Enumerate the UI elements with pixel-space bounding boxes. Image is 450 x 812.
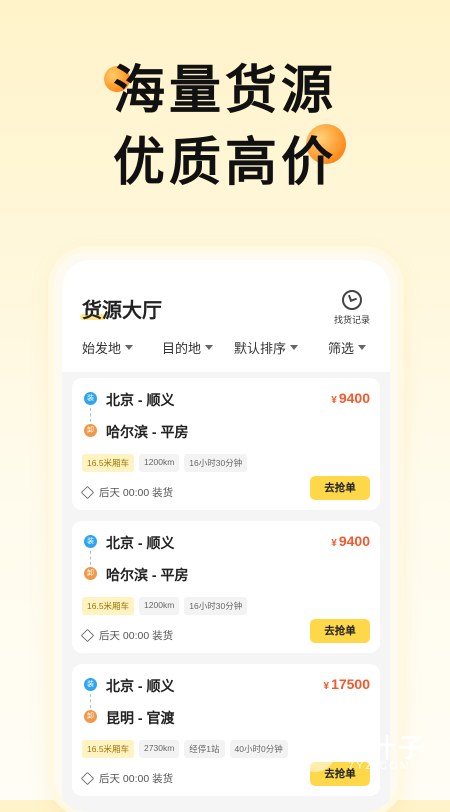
tag-vehicle: 16.5米厢车 <box>82 454 135 472</box>
tag-distance: 1200km <box>139 597 180 615</box>
origin-city: 北京 - 顺义 <box>106 678 175 694</box>
find-record-label: 找货记录 <box>333 315 370 325</box>
load-time: 后天 00:00 装货 <box>80 628 174 643</box>
price: ¥17500 <box>324 676 371 692</box>
package-icon <box>80 771 95 786</box>
filter-screen[interactable]: 筛选 <box>328 338 367 357</box>
tag-list: 16.5米厢车 2730km 经停1站 40小时0分钟 <box>82 740 288 758</box>
filter-sort-label: 默认排序 <box>234 341 287 356</box>
tag-vehicle: 16.5米厢车 <box>82 740 135 758</box>
watermark-url: 7YZ.COM <box>348 760 411 772</box>
route-connector <box>90 408 92 422</box>
filter-screen-label: 筛选 <box>328 341 355 356</box>
unload-badge: 卸 <box>84 424 97 437</box>
route-connector <box>90 551 92 565</box>
tag-distance: 1200km <box>139 454 180 472</box>
price-value: 9400 <box>338 533 370 549</box>
tag-list: 16.5米厢车 1200km 16小时30分钟 <box>82 597 248 615</box>
tag-vehicle: 16.5米厢车 <box>82 597 135 615</box>
load-badge: 装 <box>84 392 97 405</box>
load-time-text: 后天 00:00 装货 <box>99 773 174 785</box>
tag-stops: 经停1站 <box>184 740 225 758</box>
tag-duration: 16小时30分钟 <box>184 597 248 615</box>
filter-origin[interactable]: 始发地 <box>82 338 134 357</box>
unload-badge: 卸 <box>84 567 97 580</box>
caret-down-icon <box>290 345 299 350</box>
hero-banner: 海量货源 优质高价 <box>0 55 450 199</box>
cargo-card[interactable]: 装 卸 北京 - 顺义 哈尔滨 - 平房 ¥9400 16.5米厢车 1200k… <box>72 521 380 653</box>
filter-origin-label: 始发地 <box>82 341 122 356</box>
filter-sort[interactable]: 默认排序 <box>234 338 299 357</box>
load-time: 后天 00:00 装货 <box>80 771 174 786</box>
filter-destination-label: 目的地 <box>162 341 202 356</box>
caret-down-icon <box>125 345 134 350</box>
package-icon <box>80 628 95 643</box>
tag-duration: 40小时0分钟 <box>229 740 288 758</box>
tag-distance: 2730km <box>139 740 180 758</box>
app-header: 货源大厅 找货记录 始发地 目的地 默认排序 筛选 <box>62 260 390 372</box>
tag-duration: 16小时30分钟 <box>184 454 248 472</box>
origin-city: 北京 - 顺义 <box>106 392 175 408</box>
find-record-button[interactable]: 找货记录 <box>332 290 372 326</box>
hero-line-2: 优质高价 <box>112 133 337 193</box>
caret-down-icon <box>358 345 367 350</box>
filter-destination[interactable]: 目的地 <box>162 338 214 357</box>
route-connector <box>90 694 92 708</box>
load-badge: 装 <box>84 535 97 548</box>
currency-symbol: ¥ <box>323 681 330 692</box>
price: ¥9400 <box>331 533 370 549</box>
page-title: 货源大厅 <box>82 300 162 322</box>
price-value: 17500 <box>331 676 370 692</box>
unload-badge: 卸 <box>84 710 97 723</box>
destination-city: 哈尔滨 - 平房 <box>106 424 189 440</box>
load-time-text: 后天 00:00 装货 <box>99 630 174 642</box>
grab-order-button[interactable]: 去抢单 <box>310 476 370 500</box>
grab-order-button[interactable]: 去抢单 <box>310 619 370 643</box>
hero-line-1: 海量货源 <box>112 61 337 121</box>
load-time: 后天 00:00 装货 <box>80 485 174 500</box>
caret-down-icon <box>205 345 214 350</box>
clock-search-icon <box>342 290 362 310</box>
price: ¥9400 <box>331 390 370 406</box>
package-icon <box>80 485 95 500</box>
price-value: 9400 <box>338 390 370 406</box>
currency-symbol: ¥ <box>331 395 337 406</box>
leaf-logo-icon <box>294 730 336 772</box>
filter-bar: 始发地 目的地 默认排序 筛选 <box>62 338 390 364</box>
destination-city: 昆明 - 官渡 <box>106 710 175 726</box>
cargo-card[interactable]: 装 卸 北京 - 顺义 哈尔滨 - 平房 ¥9400 16.5米厢车 1200k… <box>72 378 380 510</box>
load-badge: 装 <box>84 678 97 691</box>
load-time-text: 后天 00:00 装货 <box>99 487 174 499</box>
currency-symbol: ¥ <box>331 538 337 549</box>
tag-list: 16.5米厢车 1200km 16小时30分钟 <box>82 454 248 472</box>
site-watermark: 七叶子 7YZ.COM <box>294 726 434 782</box>
destination-city: 哈尔滨 - 平房 <box>106 567 189 583</box>
origin-city: 北京 - 顺义 <box>106 535 175 551</box>
